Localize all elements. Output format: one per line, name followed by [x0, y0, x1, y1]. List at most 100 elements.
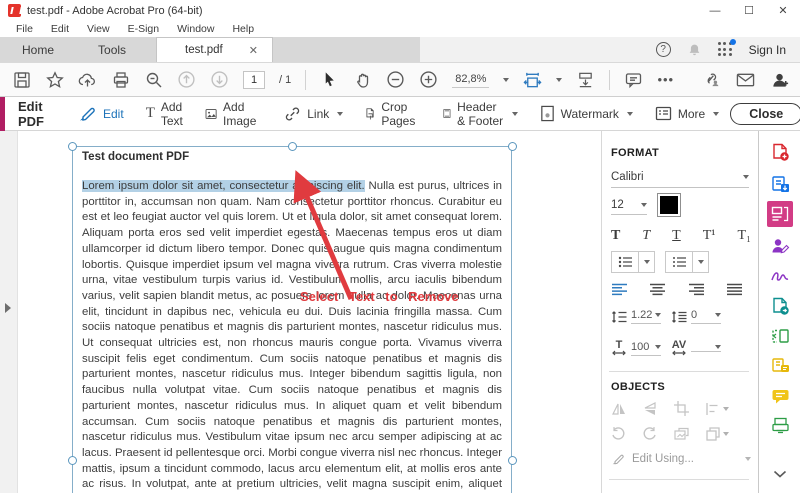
flip-horizontal-button[interactable]	[611, 402, 627, 416]
toolbar-more-icon[interactable]: •••	[657, 72, 674, 87]
link-button[interactable]: Link	[273, 97, 354, 131]
bold-button[interactable]: T	[611, 228, 620, 244]
line-spacing-select[interactable]: 1.22	[631, 309, 661, 324]
comment-icon[interactable]	[624, 70, 643, 89]
create-pdf-tool-icon[interactable]	[767, 139, 793, 165]
edit-mode-button[interactable]: Edit	[66, 97, 135, 131]
selection-handle-middle-right[interactable]	[508, 456, 517, 465]
fill-sign-tool-icon[interactable]	[767, 263, 793, 289]
document-page: Test document PDF Lorem ipsum dolor sit …	[18, 131, 601, 493]
horizontal-scale-select[interactable]: 100	[631, 341, 661, 356]
export-pdf-tool-icon[interactable]	[767, 171, 793, 197]
replace-image-button[interactable]	[674, 427, 690, 441]
comment-tool-icon[interactable]	[767, 383, 793, 409]
export-send-tool-icon[interactable]	[767, 293, 793, 319]
tab-close-icon[interactable]: ✕	[249, 44, 258, 57]
menu-view[interactable]: View	[79, 23, 118, 35]
align-left-button[interactable]	[611, 283, 628, 296]
text-block-selection[interactable]: Test document PDF Lorem ipsum dolor sit …	[72, 146, 512, 493]
tab-document-active[interactable]: test.pdf ✕	[156, 37, 273, 62]
tab-tools[interactable]: Tools	[76, 37, 148, 62]
numbered-list-button[interactable]	[665, 251, 709, 273]
cloud-upload-icon[interactable]	[78, 70, 97, 89]
selection-handle-top-right[interactable]	[508, 142, 517, 151]
apps-grid-icon[interactable]	[717, 39, 736, 57]
add-text-button[interactable]: T Add Text	[135, 97, 194, 131]
header-footer-button[interactable]: Header & Footer	[432, 97, 528, 131]
request-signatures-tool-icon[interactable]	[767, 233, 793, 259]
fit-width-icon[interactable]	[523, 70, 542, 89]
crop-object-button[interactable]	[674, 401, 690, 416]
search-icon[interactable]	[144, 70, 163, 89]
maximize-button[interactable]: ☐	[732, 0, 766, 21]
subscript-button[interactable]: T₁	[738, 228, 751, 244]
fit-width-caret-icon[interactable]	[556, 77, 563, 82]
menu-file[interactable]: File	[8, 23, 41, 35]
character-spacing-select[interactable]	[691, 345, 721, 352]
save-icon[interactable]	[12, 70, 31, 89]
scan-ocr-tool-icon[interactable]	[767, 413, 793, 439]
minimize-button[interactable]: —	[698, 0, 732, 21]
font-size-select[interactable]: 12	[611, 199, 647, 215]
menu-window[interactable]: Window	[169, 23, 222, 35]
font-color-picker[interactable]	[657, 193, 681, 217]
bullet-list-button[interactable]	[611, 251, 655, 273]
align-center-button[interactable]	[649, 283, 666, 296]
combine-files-tool-icon[interactable]	[767, 353, 793, 379]
help-icon[interactable]: ?	[655, 42, 671, 57]
previous-page-icon[interactable]	[177, 70, 196, 89]
menu-help[interactable]: Help	[224, 23, 262, 35]
notifications-bell-icon[interactable]	[687, 42, 702, 58]
paragraph-spacing-select[interactable]: 0	[691, 309, 721, 324]
close-window-button[interactable]: ✕	[766, 0, 800, 21]
add-image-button[interactable]: Add Image	[194, 97, 273, 131]
edit-pdf-tool-icon-active[interactable]	[767, 201, 793, 227]
next-page-icon[interactable]	[210, 70, 229, 89]
superscript-button[interactable]: T¹	[703, 228, 716, 244]
align-justify-button[interactable]	[726, 283, 743, 296]
watermark-button[interactable]: Watermark	[529, 97, 644, 131]
document-paragraph[interactable]: Lorem ipsum dolor sit amet, consectetur …	[82, 179, 502, 493]
selection-handle-top-center[interactable]	[288, 142, 297, 151]
zoom-dropdown-caret-icon[interactable]	[503, 77, 510, 82]
more-tools-chevron-icon[interactable]	[767, 461, 793, 487]
rotate-counterclockwise-button[interactable]	[611, 426, 626, 441]
font-family-select[interactable]: Calibri	[611, 171, 749, 188]
close-edit-mode-button[interactable]: Close	[730, 102, 800, 125]
tab-home[interactable]: Home	[0, 37, 76, 62]
edit-using-button[interactable]: Edit Using...	[611, 452, 751, 466]
sign-in-button[interactable]: Sign In	[749, 43, 786, 57]
page-number-input[interactable]: 1	[243, 70, 265, 89]
flip-vertical-button[interactable]	[643, 401, 659, 416]
align-right-button[interactable]	[688, 283, 705, 296]
crop-pages-button[interactable]: Crop Pages	[354, 97, 432, 131]
highlighted-text[interactable]: Lorem ipsum dolor sit amet, consectetur …	[82, 180, 365, 192]
scrolling-mode-icon[interactable]	[576, 70, 595, 89]
hand-tool-icon[interactable]	[353, 70, 372, 89]
italic-button[interactable]: T	[642, 228, 650, 244]
menu-edit[interactable]: Edit	[43, 23, 77, 35]
selection-handle-middle-left[interactable]	[68, 456, 77, 465]
share-with-others-icon[interactable]	[771, 70, 790, 89]
menu-esign[interactable]: E-Sign	[120, 23, 168, 35]
zoom-out-icon[interactable]	[386, 70, 405, 89]
select-tool-icon[interactable]	[320, 70, 339, 89]
underline-button[interactable]: T	[672, 228, 681, 244]
expand-left-panel-icon[interactable]	[5, 303, 11, 313]
more-tools-button[interactable]: More	[644, 97, 730, 131]
zoom-in-icon[interactable]	[419, 70, 438, 89]
selection-handle-top-left[interactable]	[68, 142, 77, 151]
align-objects-button[interactable]	[705, 402, 729, 416]
share-link-icon[interactable]	[701, 70, 720, 89]
left-panel-rail[interactable]	[0, 131, 18, 493]
print-icon[interactable]	[111, 70, 130, 89]
align-objects-caret-icon	[722, 406, 729, 411]
body-text[interactable]: Nulla est purus, ultrices in porttitor i…	[82, 180, 502, 493]
rotate-clockwise-button[interactable]	[642, 426, 657, 441]
email-icon[interactable]	[736, 70, 755, 89]
organize-pages-tool-icon[interactable]	[767, 323, 793, 349]
line-spacing-icon	[611, 310, 627, 324]
zoom-level-value[interactable]: 82,8%	[452, 72, 490, 88]
arrange-objects-button[interactable]	[706, 426, 729, 441]
star-favorites-icon[interactable]	[45, 70, 64, 89]
